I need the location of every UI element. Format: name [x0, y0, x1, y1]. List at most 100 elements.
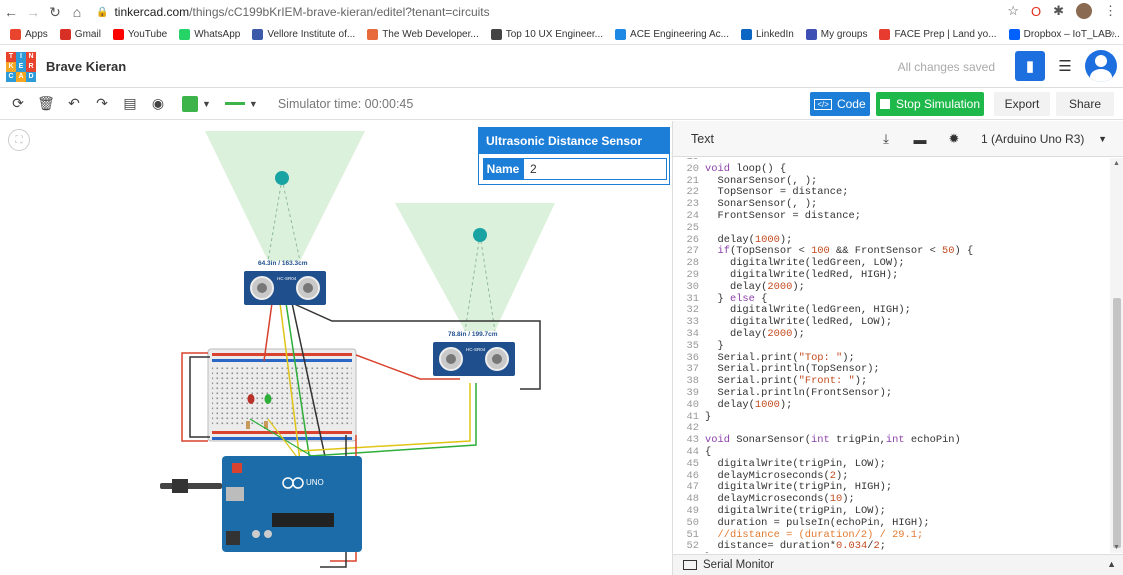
line-number: 30	[686, 280, 699, 293]
code-line[interactable]: 43 void SonarSensor(int trigPin,int echoP…	[673, 434, 1110, 447]
delete-icon[interactable]: 🗑	[32, 95, 60, 112]
line-number: 24	[686, 209, 699, 222]
fit-view-icon[interactable]: ⛶	[8, 129, 30, 151]
bookmark-item[interactable]: WhatsApp	[179, 28, 240, 40]
profile-avatar-icon[interactable]	[1076, 3, 1092, 19]
circuit-canvas[interactable]: ⛶ 64.3in / 163.3cm 78.8in / 199.7cm HC-S…	[0, 121, 672, 575]
bookmark-item[interactable]: YouTube	[112, 28, 167, 40]
chevron-up-icon[interactable]: ▲	[1107, 559, 1116, 569]
redo-icon[interactable]: ↷	[88, 95, 116, 112]
share-button[interactable]: Share	[1056, 92, 1114, 116]
stop-simulation-button[interactable]: Stop Simulation	[876, 92, 984, 116]
scrollbar-thumb[interactable]	[1113, 298, 1121, 548]
bookmark-favicon-icon	[179, 28, 191, 40]
scroll-up-icon[interactable]: ▲	[1113, 160, 1120, 167]
code-button-label: Code	[836, 97, 866, 111]
logo-letter: E	[16, 61, 26, 72]
code-text: void SonarSensor(int trigPin,int echoPin…	[705, 434, 961, 447]
bookmark-item[interactable]: Top 10 UX Engineer...	[490, 28, 604, 40]
scroll-down-icon[interactable]: ▼	[1113, 544, 1120, 551]
logo-letter: I	[16, 51, 26, 62]
library-icon[interactable]: ▬	[907, 128, 933, 150]
resistor	[246, 421, 250, 429]
bookmark-favicon-icon	[10, 28, 21, 40]
home-icon[interactable]: ⌂	[66, 4, 88, 20]
editor-toolbar: ⟳ 🗑 ↶ ↷ ▤ ◉ ▼ ▼ Simulator time: 00:00:45…	[0, 88, 1123, 120]
bookmark-item[interactable]: Vellore Institute of...	[252, 28, 355, 40]
line-number: 40	[686, 398, 699, 411]
url-field[interactable]: 🔒 tinkercad.com/things/cC199bKrIEM-brave…	[96, 5, 490, 19]
wire-type-icon[interactable]	[224, 102, 245, 105]
bookmark-item[interactable]: FACE Prep | Land yo...	[879, 28, 997, 40]
project-title[interactable]: Brave Kieran	[46, 59, 126, 74]
forward-arrow-icon[interactable]: →	[22, 4, 44, 20]
line-number: 49	[686, 504, 699, 517]
bookmark-label: FACE Prep | Land yo...	[894, 28, 997, 40]
bookmark-favicon-icon	[615, 28, 627, 40]
export-button[interactable]: Export	[994, 92, 1050, 116]
bookmark-label: Gmail	[74, 28, 101, 40]
code-line[interactable]: 34 delay(2000);	[673, 327, 1110, 341]
code-line[interactable]: 52 distance= duration*0.034/2;	[673, 540, 1110, 553]
bookmark-item[interactable]: ACE Engineering Ac...	[615, 28, 729, 40]
browser-menu-icon[interactable]: ⋮	[1104, 3, 1117, 19]
code-text-area[interactable]: 1920void loop() {21 SonarSensor(, );22 T…	[673, 158, 1110, 553]
circuit-drawing	[160, 131, 555, 568]
download-icon[interactable]: ⤓	[873, 128, 899, 150]
bookmark-favicon-icon	[879, 28, 891, 40]
debugger-bug-icon[interactable]: ✹	[941, 128, 967, 150]
bookmark-label: Top 10 UX Engineer...	[505, 28, 604, 40]
rotate-icon[interactable]: ⟳	[4, 95, 32, 112]
undo-icon[interactable]: ↶	[60, 95, 88, 112]
bookmarks-overflow-icon[interactable]: »	[1109, 28, 1115, 39]
code-line[interactable]: 24 FrontSensor = distance;	[673, 209, 1110, 223]
circuit-view-icon[interactable]: ▮	[1015, 51, 1045, 81]
code-mode-select[interactable]: Text	[691, 132, 714, 146]
bookmark-label: The Web Developer...	[382, 28, 479, 40]
code-icon: </>	[814, 98, 832, 110]
arduino-label: UNO	[306, 478, 324, 487]
logo-letter: C	[6, 71, 16, 82]
line-number: 34	[686, 327, 699, 340]
chevron-down-icon[interactable]: ▼	[202, 99, 211, 109]
component-list-icon[interactable]: ☰	[1053, 51, 1077, 81]
bookmark-favicon-icon	[740, 28, 752, 40]
notes-icon[interactable]: ▤	[116, 95, 144, 112]
line-number: 35	[686, 339, 699, 352]
usb-port	[226, 487, 244, 501]
bookmark-star-icon[interactable]: ☆	[1007, 3, 1019, 19]
bookmarks-bar: Apps Gmail YouTube WhatsApp Vellore Institut…	[0, 24, 1123, 45]
usb-cable	[160, 483, 222, 489]
user-avatar[interactable]	[1085, 50, 1117, 82]
tinkercad-logo[interactable]: TINKERCAD	[6, 51, 36, 82]
reload-icon[interactable]: ↻	[44, 4, 66, 21]
bookmark-label: My groups	[820, 28, 868, 40]
bookmark-favicon-icon	[252, 28, 264, 40]
stop-simulation-label: Stop Simulation	[895, 97, 981, 111]
bookmark-item[interactable]: LinkedIn	[740, 28, 794, 40]
serial-monitor-bar[interactable]: Serial Monitor ▲	[673, 554, 1123, 575]
app-header: TINKERCAD Brave Kieran All changes saved…	[0, 46, 1123, 88]
component-name-input[interactable]: 2	[523, 158, 667, 180]
bookmark-favicon-icon	[112, 28, 124, 40]
code-line[interactable]: 40 delay(1000);	[673, 398, 1110, 412]
wire-color-swatch[interactable]	[182, 95, 198, 112]
inspector-title: Ultrasonic Distance Sensor	[479, 128, 669, 154]
opera-extension-icon[interactable]: O	[1031, 4, 1041, 19]
code-scrollbar[interactable]: ▲ ▼	[1110, 158, 1123, 553]
bookmark-item[interactable]: Gmail	[59, 28, 101, 40]
red-led	[247, 394, 255, 404]
bookmark-item[interactable]: My groups	[805, 28, 868, 40]
extensions-puzzle-icon[interactable]: ✱	[1053, 3, 1064, 19]
bookmark-item[interactable]: The Web Developer...	[367, 28, 479, 40]
back-arrow-icon[interactable]: ←	[0, 4, 22, 20]
bookmark-item[interactable]: Apps	[10, 28, 48, 40]
chevron-down-icon[interactable]: ▼	[249, 99, 258, 109]
code-button[interactable]: </> Code	[810, 92, 870, 116]
sensor2-chip-label: HC-SR04	[466, 347, 486, 352]
visibility-eye-icon[interactable]: ◉	[144, 95, 172, 112]
board-select[interactable]: 1 (Arduino Uno R3) ▼	[973, 127, 1115, 151]
bookmark-item[interactable]: Dropbox – IoT_LAB...	[1008, 28, 1120, 40]
bookmark-label: LinkedIn	[755, 28, 794, 40]
code-line[interactable]: 41}	[673, 411, 1110, 424]
